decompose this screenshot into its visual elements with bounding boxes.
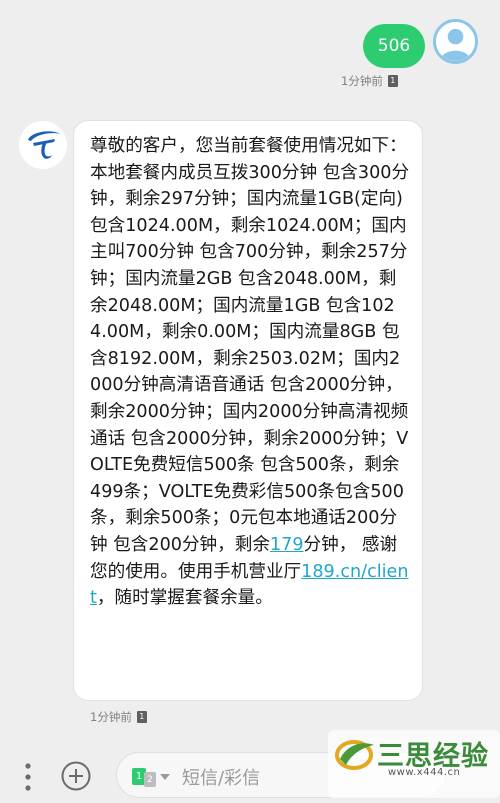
sim-selector[interactable]: 1 2 <box>132 766 170 787</box>
received-message-time: 1分钟前 <box>90 710 132 724</box>
watermark-url: www.x444.cn <box>388 767 461 778</box>
person-icon <box>436 22 475 61</box>
sent-message-text: 506 <box>377 36 411 56</box>
sim-card-icon: 1 <box>136 711 147 723</box>
message-text-segment: 尊敬的客户，您当前套餐使用情况如下：本地套餐内成员互拨300分钟 包含300分钟… <box>90 136 410 555</box>
received-message-bubble[interactable]: 尊敬的客户，您当前套餐使用情况如下：本地套餐内成员互拨300分钟 包含300分钟… <box>74 121 422 700</box>
message-input-placeholder: 短信/彩信 <box>182 768 261 789</box>
sim-card-icon: 1 <box>387 75 398 87</box>
watermark-logo-icon <box>334 735 378 773</box>
sent-message-bubble[interactable]: 506 <box>363 24 425 68</box>
received-message-text: 尊敬的客户，您当前套餐使用情况如下：本地套餐内成员互拨300分钟 包含300分钟… <box>90 133 410 612</box>
more-options-icon[interactable] <box>22 760 34 794</box>
carrier-avatar[interactable] <box>19 121 67 169</box>
chevron-down-icon <box>160 773 170 780</box>
message-link[interactable]: 179 <box>270 535 304 555</box>
sent-message-meta: 1分钟前 1 <box>341 73 398 89</box>
add-attachment-icon[interactable] <box>60 760 92 792</box>
sim-2-icon: 2 <box>144 772 156 787</box>
message-text-segment: ，随时掌握套餐余量。 <box>96 588 273 609</box>
received-message-meta: 1分钟前 1 <box>90 709 147 725</box>
china-telecom-logo-icon <box>19 121 67 169</box>
sent-message-time: 1分钟前 <box>341 74 383 88</box>
user-avatar[interactable] <box>433 19 478 64</box>
